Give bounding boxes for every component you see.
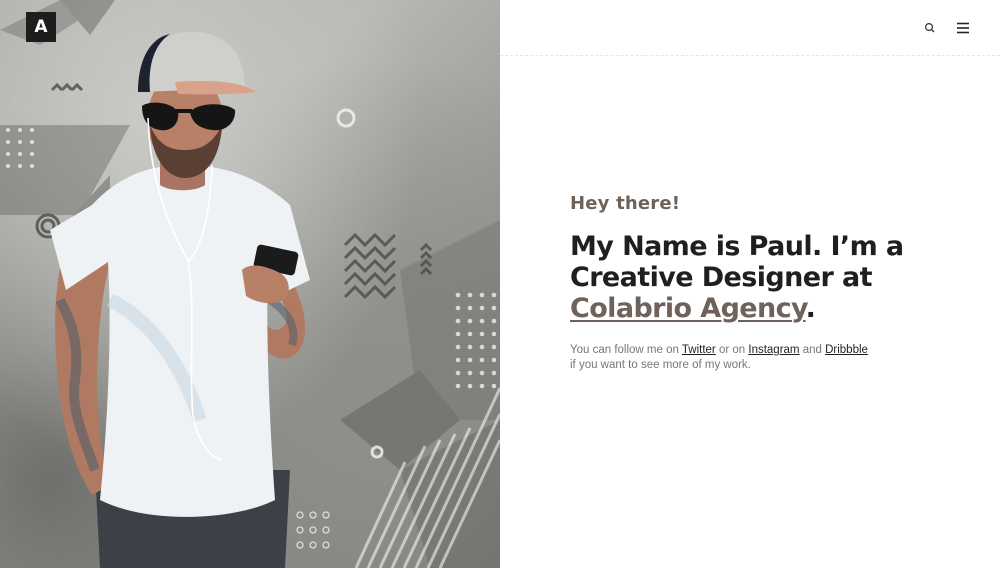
intro-section: Hey there! My Name is Paul. I’m a Creati… [570,193,980,373]
dribbble-link[interactable]: Dribbble [825,344,868,356]
top-bar [500,0,1000,56]
menu-button[interactable] [954,19,972,37]
content-panel: Hey there! My Name is Paul. I’m a Creati… [500,0,1000,568]
twitter-link[interactable]: Twitter [682,344,716,356]
follow-suffix: if you want to see more of my work. [570,359,751,371]
follow-and: and [799,344,826,356]
headline-period: . [805,293,816,324]
search-button[interactable] [921,19,939,37]
brand-logo[interactable]: A [26,12,56,42]
instagram-link[interactable]: Instagram [748,344,799,356]
person-figure [50,32,310,568]
follow-text: You can follow me on Twitter or on Insta… [570,343,980,373]
headline: My Name is Paul. I’m a Creative Designer… [570,231,980,324]
page: A Hey there! My Name is Paul. I’m a Crea… [0,0,1000,568]
hero-image: A [0,0,500,568]
greeting-text: Hey there! [570,193,681,214]
search-icon [924,22,935,33]
follow-or: or on [715,344,749,356]
hamburger-menu-icon [957,22,969,34]
headline-text: My Name is Paul. I’m a Creative Designer… [570,231,904,293]
hero-illustration [0,0,500,568]
agency-link[interactable]: Colabrio Agency [570,293,806,324]
follow-prefix: You can follow me on [570,344,682,356]
